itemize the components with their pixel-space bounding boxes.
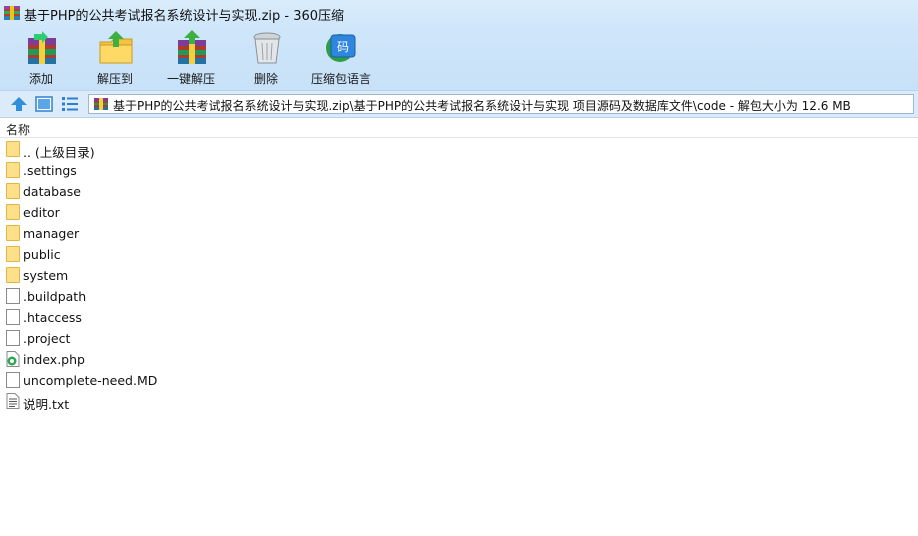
list-item-label: system xyxy=(23,268,69,283)
list-item-label: .settings xyxy=(23,163,77,178)
add-icon xyxy=(28,31,56,64)
add-button[interactable]: 添加 xyxy=(1,28,81,88)
php-file-icon xyxy=(6,351,20,367)
list-item[interactable]: 说明.txt xyxy=(0,391,918,412)
file-icon xyxy=(6,372,20,388)
up-arrow-icon[interactable] xyxy=(10,95,28,113)
title-bar: 基于PHP的公共考试报名系统设计与实现.zip - 360压缩 xyxy=(0,0,918,26)
folder-icon xyxy=(6,204,20,220)
delete-icon xyxy=(253,32,281,64)
list-item[interactable]: .settings xyxy=(0,160,918,181)
folder-icon xyxy=(6,162,20,178)
archive-app-icon xyxy=(4,6,20,20)
one-click-extract-icon xyxy=(178,30,206,64)
list-view-icon[interactable] xyxy=(61,95,79,113)
list-item-parent-folder[interactable]: .. (上级目录) xyxy=(0,139,918,160)
svg-text:码: 码 xyxy=(337,40,349,54)
list-item-label: public xyxy=(23,247,61,262)
list-item-label: database xyxy=(23,184,81,199)
archive-language-button[interactable]: 码 压缩包语言 xyxy=(301,28,381,88)
archive-language-icon: 码 xyxy=(326,34,356,62)
text-file-icon xyxy=(6,393,20,409)
extract-to-icon xyxy=(99,31,133,64)
list-item-label: .buildpath xyxy=(23,289,87,304)
list-item-label: editor xyxy=(23,205,60,220)
column-header-label: 名称 xyxy=(6,123,31,137)
extract-to-button[interactable]: 解压到 xyxy=(75,28,155,88)
one-click-extract-button[interactable]: 一键解压 xyxy=(151,28,231,88)
window-title: 基于PHP的公共考试报名系统设计与实现.zip - 360压缩 xyxy=(24,9,345,24)
one-click-extract-label: 一键解压 xyxy=(166,72,215,86)
column-header-name[interactable]: 名称 xyxy=(0,118,918,138)
list-item-label: uncomplete-need.MD xyxy=(23,373,158,388)
list-item[interactable]: manager xyxy=(0,223,918,244)
list-item[interactable]: .project xyxy=(0,328,918,349)
list-item[interactable]: .buildpath xyxy=(0,286,918,307)
large-icon-view-icon[interactable] xyxy=(35,95,53,113)
add-label: 添加 xyxy=(28,72,53,86)
list-item[interactable]: index.php xyxy=(0,349,918,370)
list-item-label: manager xyxy=(23,226,80,241)
extract-to-label: 解压到 xyxy=(96,72,133,86)
address-path: 基于PHP的公共考试报名系统设计与实现.zip\基于PHP的公共考试报名系统设计… xyxy=(113,99,851,113)
toolbar: 添加 解压到 一键解压 删除 码 压缩包语言 xyxy=(0,28,918,90)
list-item[interactable]: public xyxy=(0,244,918,265)
top-band: 基于PHP的公共考试报名系统设计与实现.zip - 360压缩 添加 解压到 一… xyxy=(0,0,918,90)
file-icon xyxy=(6,288,20,304)
delete-label: 删除 xyxy=(253,72,278,86)
archive-icon xyxy=(94,98,108,110)
folder-icon xyxy=(6,225,20,241)
file-list: .. (上级目录) .settings database editor mana… xyxy=(0,139,918,536)
folder-icon xyxy=(6,267,20,283)
list-item[interactable]: system xyxy=(0,265,918,286)
address-row: 基于PHP的公共考试报名系统设计与实现.zip\基于PHP的公共考试报名系统设计… xyxy=(0,90,918,118)
list-item[interactable]: editor xyxy=(0,202,918,223)
address-bar[interactable]: 基于PHP的公共考试报名系统设计与实现.zip\基于PHP的公共考试报名系统设计… xyxy=(88,94,914,114)
file-icon xyxy=(6,309,20,325)
folder-icon xyxy=(6,183,20,199)
list-item-label: 说明.txt xyxy=(23,397,70,412)
list-item-label: .. (上级目录) xyxy=(23,145,95,160)
list-item-label: .project xyxy=(23,331,71,346)
list-item[interactable]: .htaccess xyxy=(0,307,918,328)
list-item-label: index.php xyxy=(23,352,85,367)
list-item-label: .htaccess xyxy=(23,310,82,325)
list-item[interactable]: uncomplete-need.MD xyxy=(0,370,918,391)
file-icon xyxy=(6,330,20,346)
delete-button[interactable]: 删除 xyxy=(226,28,306,88)
folder-icon xyxy=(6,141,20,157)
folder-icon xyxy=(6,246,20,262)
list-item[interactable]: database xyxy=(0,181,918,202)
archive-language-label: 压缩包语言 xyxy=(310,72,371,86)
